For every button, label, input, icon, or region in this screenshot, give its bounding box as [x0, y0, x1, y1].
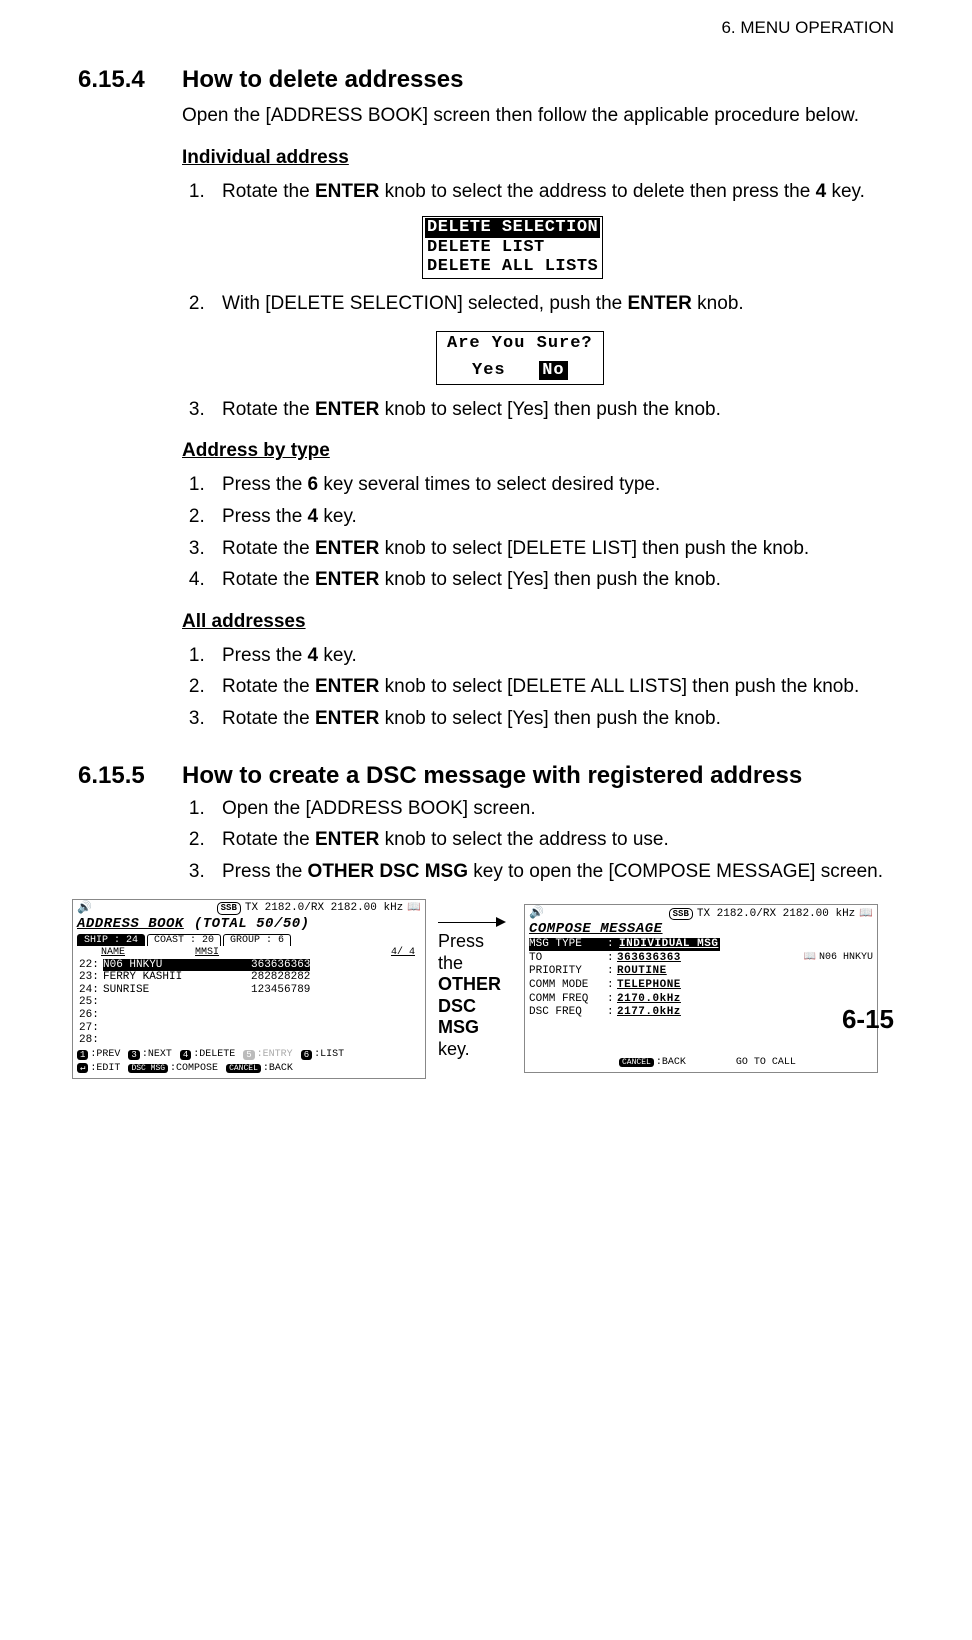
step: Rotate the ENTER knob to select [DELETE …: [210, 674, 894, 700]
list-row: 28:: [77, 1034, 421, 1047]
freq-text: TX 2182.0/RX 2182.00 kHz: [697, 908, 855, 921]
address-book-screen: 🔊 SSB TX 2182.0/RX 2182.00 kHz 📖 ADDRESS…: [72, 899, 426, 1079]
speaker-icon: 🔊: [77, 902, 92, 916]
field-row: PRIORITY:ROUTINE: [529, 965, 873, 978]
list-row: 23:FERRY KASHII282828282: [77, 971, 421, 984]
step: Press the 6 key several times to select …: [210, 472, 894, 498]
footer-back: CANCEL:BACK: [619, 1057, 686, 1069]
step: Rotate the ENTER knob to select [Yes] th…: [210, 567, 894, 593]
section-title: How to create a DSC message with registe…: [182, 762, 802, 790]
list-row: 25:: [77, 996, 421, 1009]
field-row: COMM MODE:TELEPHONE: [529, 979, 873, 992]
field-row: COMM FREQ: 2170.0kHz: [529, 993, 873, 1006]
step: Press the 4 key.: [210, 643, 894, 669]
tab-coast: COAST : 20: [147, 934, 221, 947]
field-row: DSC FREQ: 2177.0kHz: [529, 1006, 873, 1019]
subheading-individual: Individual address: [182, 147, 894, 169]
delete-menu: DELETE SELECTION DELETE LIST DELETE ALL …: [422, 216, 603, 279]
step: Rotate the ENTER knob to select the addr…: [210, 827, 894, 853]
col-name: NAME: [101, 947, 125, 959]
arrow-icon: [438, 917, 512, 927]
ssb-badge: SSB: [669, 908, 693, 920]
col-mmsi: MMSI: [195, 947, 219, 959]
list-row: 27:: [77, 1022, 421, 1035]
confirm-yes: Yes: [472, 361, 506, 380]
screen-title: COMPOSE MESSAGE: [529, 921, 873, 937]
chapter-header: 6. MENU OPERATION: [78, 18, 894, 38]
step: Press the OTHER DSC MSG key to open the …: [210, 859, 894, 885]
page-indicator: 4/ 4: [391, 947, 421, 959]
confirm-no-selected: No: [539, 361, 567, 380]
step: Open the [ADDRESS BOOK] screen.: [210, 796, 894, 822]
speaker-icon: 🔊: [529, 907, 544, 921]
page-number: 6-15: [842, 1004, 894, 1035]
compose-message-screen: 🔊 SSB TX 2182.0/RX 2182.00 kHz 📖 COMPOSE…: [524, 904, 878, 1073]
section-number: 6.15.5: [78, 762, 182, 790]
tab-ship: SHIP : 24: [77, 934, 145, 947]
step: Rotate the ENTER knob to select [DELETE …: [210, 536, 894, 562]
step: Rotate the ENTER knob to select [Yes] th…: [210, 706, 894, 732]
list-row: 24:SUNRISE123456789: [77, 984, 421, 997]
subheading-by-type: Address by type: [182, 440, 894, 462]
book-icon: 📖: [407, 902, 421, 915]
menu-item: DELETE ALL LISTS: [425, 257, 600, 277]
list-row: 26:: [77, 1009, 421, 1022]
section-number: 6.15.4: [78, 66, 182, 94]
freq-text: TX 2182.0/RX 2182.00 kHz: [245, 902, 403, 915]
intro-text: Open the [ADDRESS BOOK] screen then foll…: [182, 104, 894, 129]
menu-selected: DELETE SELECTION: [425, 218, 600, 238]
confirm-dialog: Are You Sure? Yes No: [436, 331, 604, 385]
step: Rotate the ENTER knob to select the addr…: [210, 179, 894, 205]
total-count: (TOTAL 50/50): [194, 916, 310, 932]
arrow-label: Press the OTHER DSC MSG key.: [438, 917, 512, 1061]
list-row-selected: 22:N06 HNKYU363636363: [77, 959, 421, 972]
subheading-all: All addresses: [182, 611, 894, 633]
step: With [DELETE SELECTION] selected, push t…: [210, 291, 894, 317]
ssb-badge: SSB: [217, 902, 241, 914]
section-title: How to delete addresses: [182, 66, 463, 94]
menu-item: DELETE LIST: [425, 238, 600, 258]
book-icon: 📖: [859, 908, 873, 921]
book-icon: 📖: [804, 952, 816, 964]
confirm-question: Are You Sure?: [447, 334, 593, 353]
screen-title: ADDRESS BOOK: [77, 916, 184, 932]
footer-go: GO TO CALL: [736, 1057, 796, 1069]
tab-group: GROUP : 6: [223, 934, 291, 947]
step: Press the 4 key.: [210, 504, 894, 530]
field-row: TO:363636363 📖N06 HNKYU: [529, 952, 873, 965]
step: Rotate the ENTER knob to select [Yes] th…: [210, 397, 894, 423]
field-row: MSG TYPE:INDIVIDUAL MSG: [529, 938, 873, 951]
